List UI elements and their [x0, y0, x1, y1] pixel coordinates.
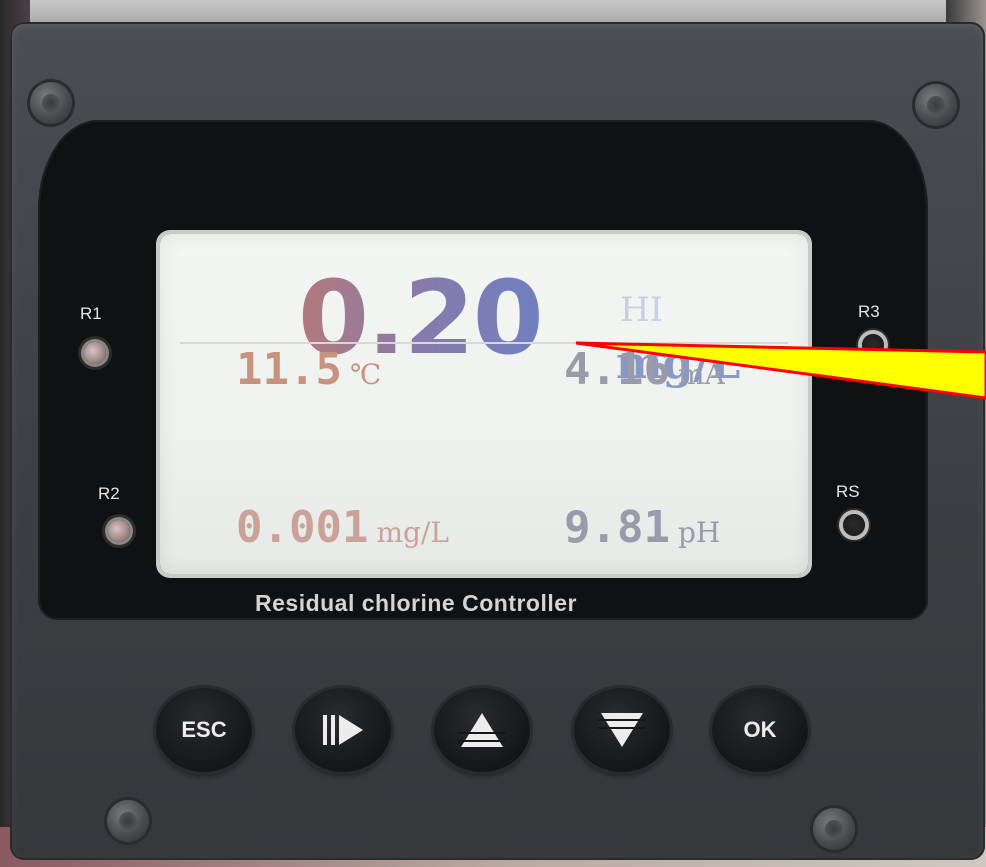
annotation-pointer — [575, 341, 986, 400]
annotation-arrow — [575, 341, 986, 400]
